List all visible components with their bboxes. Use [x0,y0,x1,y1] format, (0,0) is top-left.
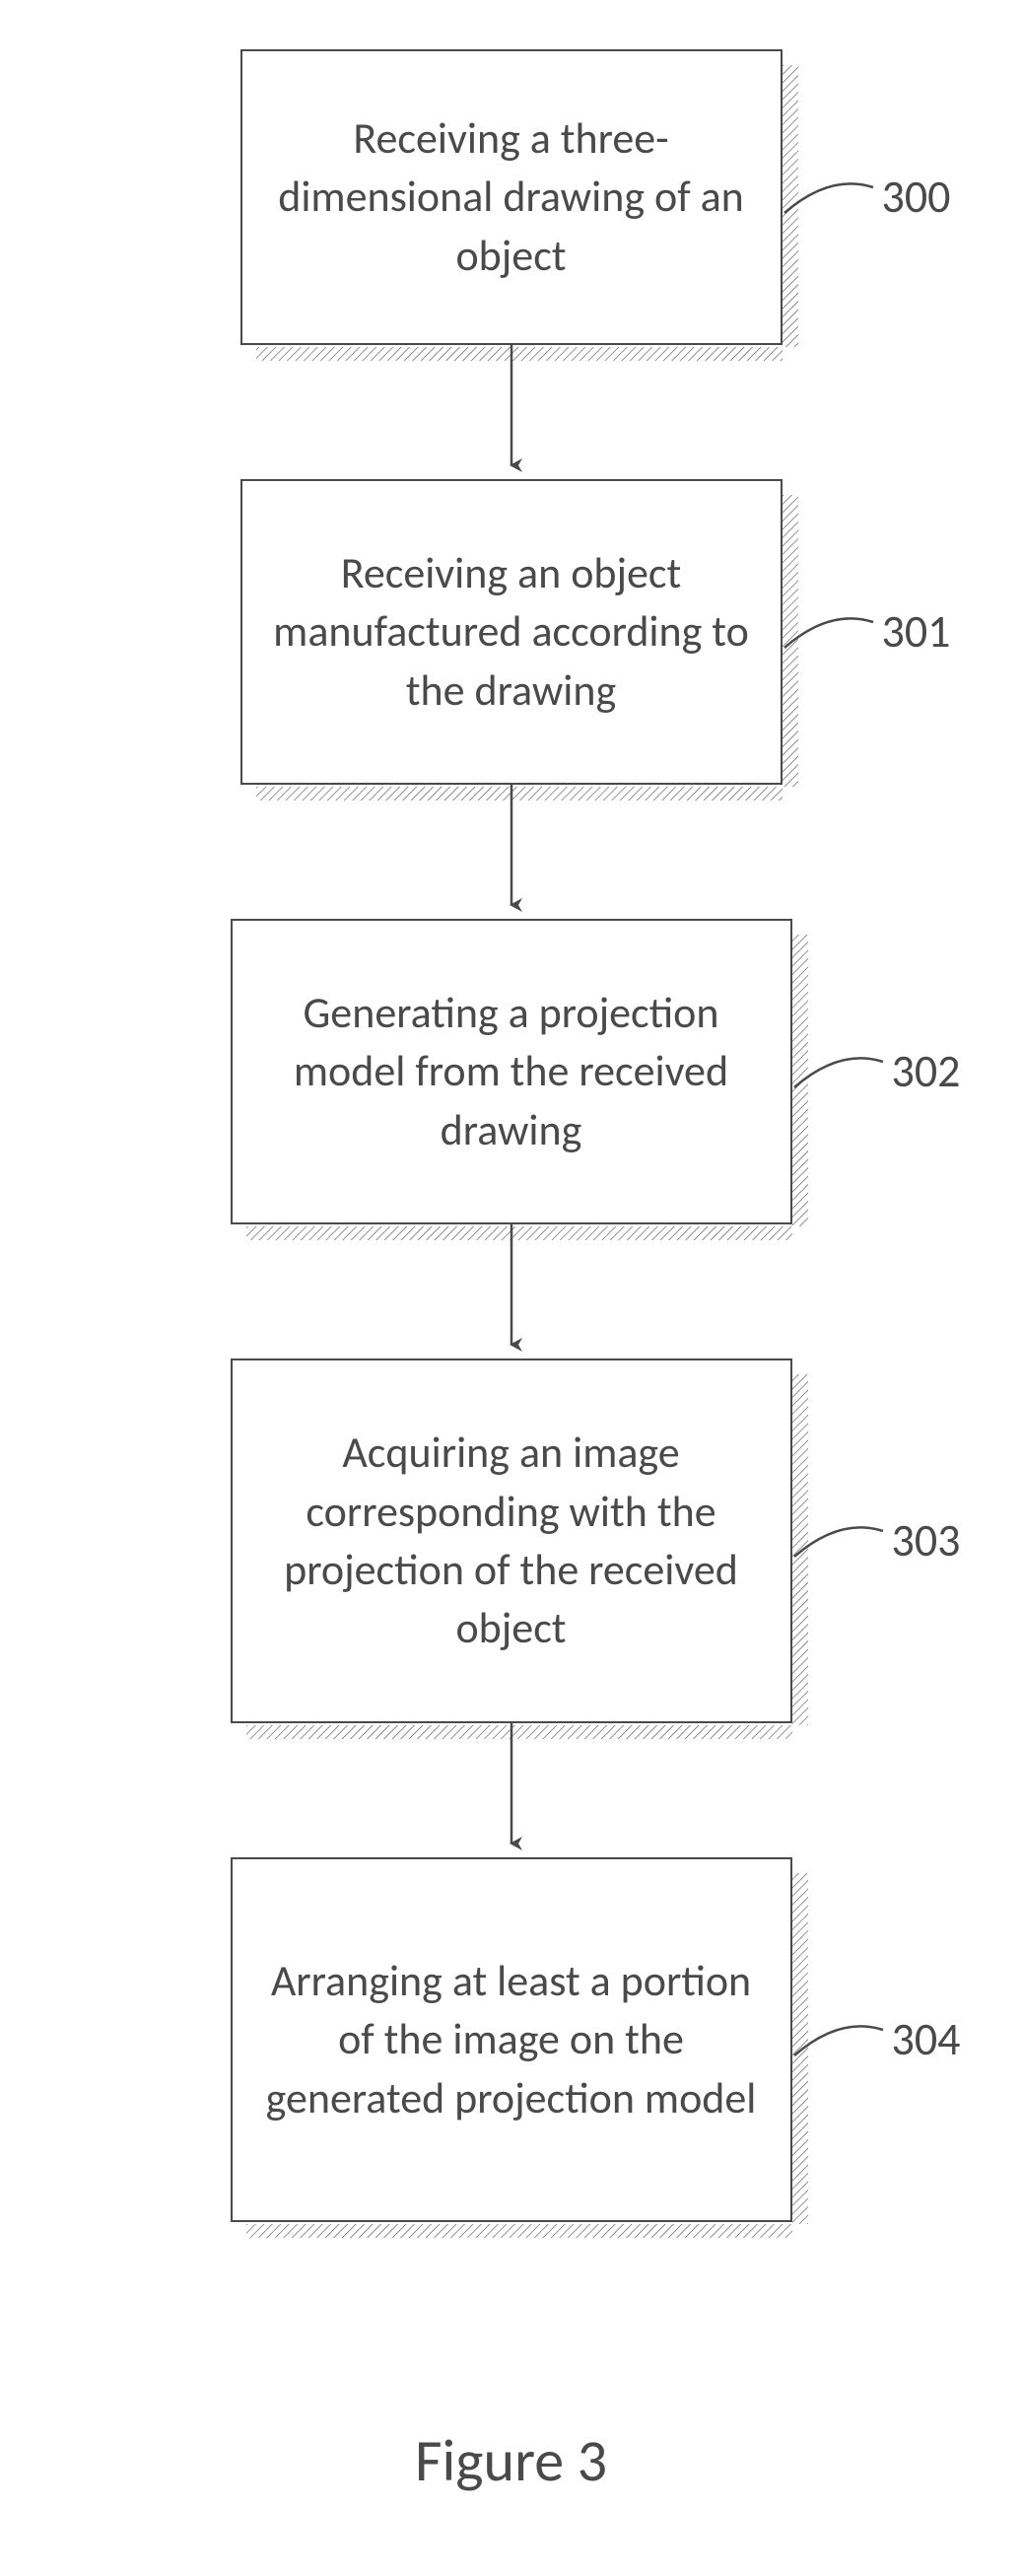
step-ref: 301 [882,604,951,660]
step-text: Generating a projection model from the r… [252,984,771,1159]
step-text: Acquiring an image corresponding with th… [252,1424,771,1658]
step-box: Receiving an object manufactured accordi… [240,479,783,785]
step-text: Receiving an object manufactured accordi… [262,544,761,720]
step-1: Receiving an object manufactured accordi… [240,479,783,785]
arrow-1-2 [509,785,514,919]
arrow-down-icon [509,1723,514,1857]
step-label: 301 [783,604,951,660]
step-box: Acquiring an image corresponding with th… [231,1358,792,1723]
flowchart: Receiving a three-dimensional drawing of… [0,0,1022,2222]
step-label: 302 [792,1044,961,1099]
arrow-down-icon [509,1224,514,1358]
step-text: Arranging at least a portion of the imag… [252,1952,771,2127]
step-label: 304 [792,2012,961,2067]
arrow-0-1 [509,345,514,479]
step-3: Acquiring an image corresponding with th… [231,1358,792,1723]
figure-title: Figure 3 [0,2425,1022,2497]
arrow-down-icon [509,785,514,919]
step-label: 300 [783,170,951,225]
step-label: 303 [792,1513,961,1568]
arrow-3-4 [509,1723,514,1857]
step-text: Receiving a three-dimensional drawing of… [262,109,761,285]
step-box: Arranging at least a portion of the imag… [231,1857,792,2222]
step-2: Generating a projection model from the r… [231,919,792,1224]
step-ref: 300 [882,170,951,225]
arrow-down-icon [509,345,514,479]
step-0: Receiving a three-dimensional drawing of… [240,49,783,345]
step-ref: 302 [892,1044,961,1099]
step-ref: 304 [892,2012,961,2067]
arrow-2-3 [509,1224,514,1358]
step-box: Generating a projection model from the r… [231,919,792,1224]
step-box: Receiving a three-dimensional drawing of… [240,49,783,345]
step-ref: 303 [892,1513,961,1568]
step-4: Arranging at least a portion of the imag… [231,1857,792,2222]
